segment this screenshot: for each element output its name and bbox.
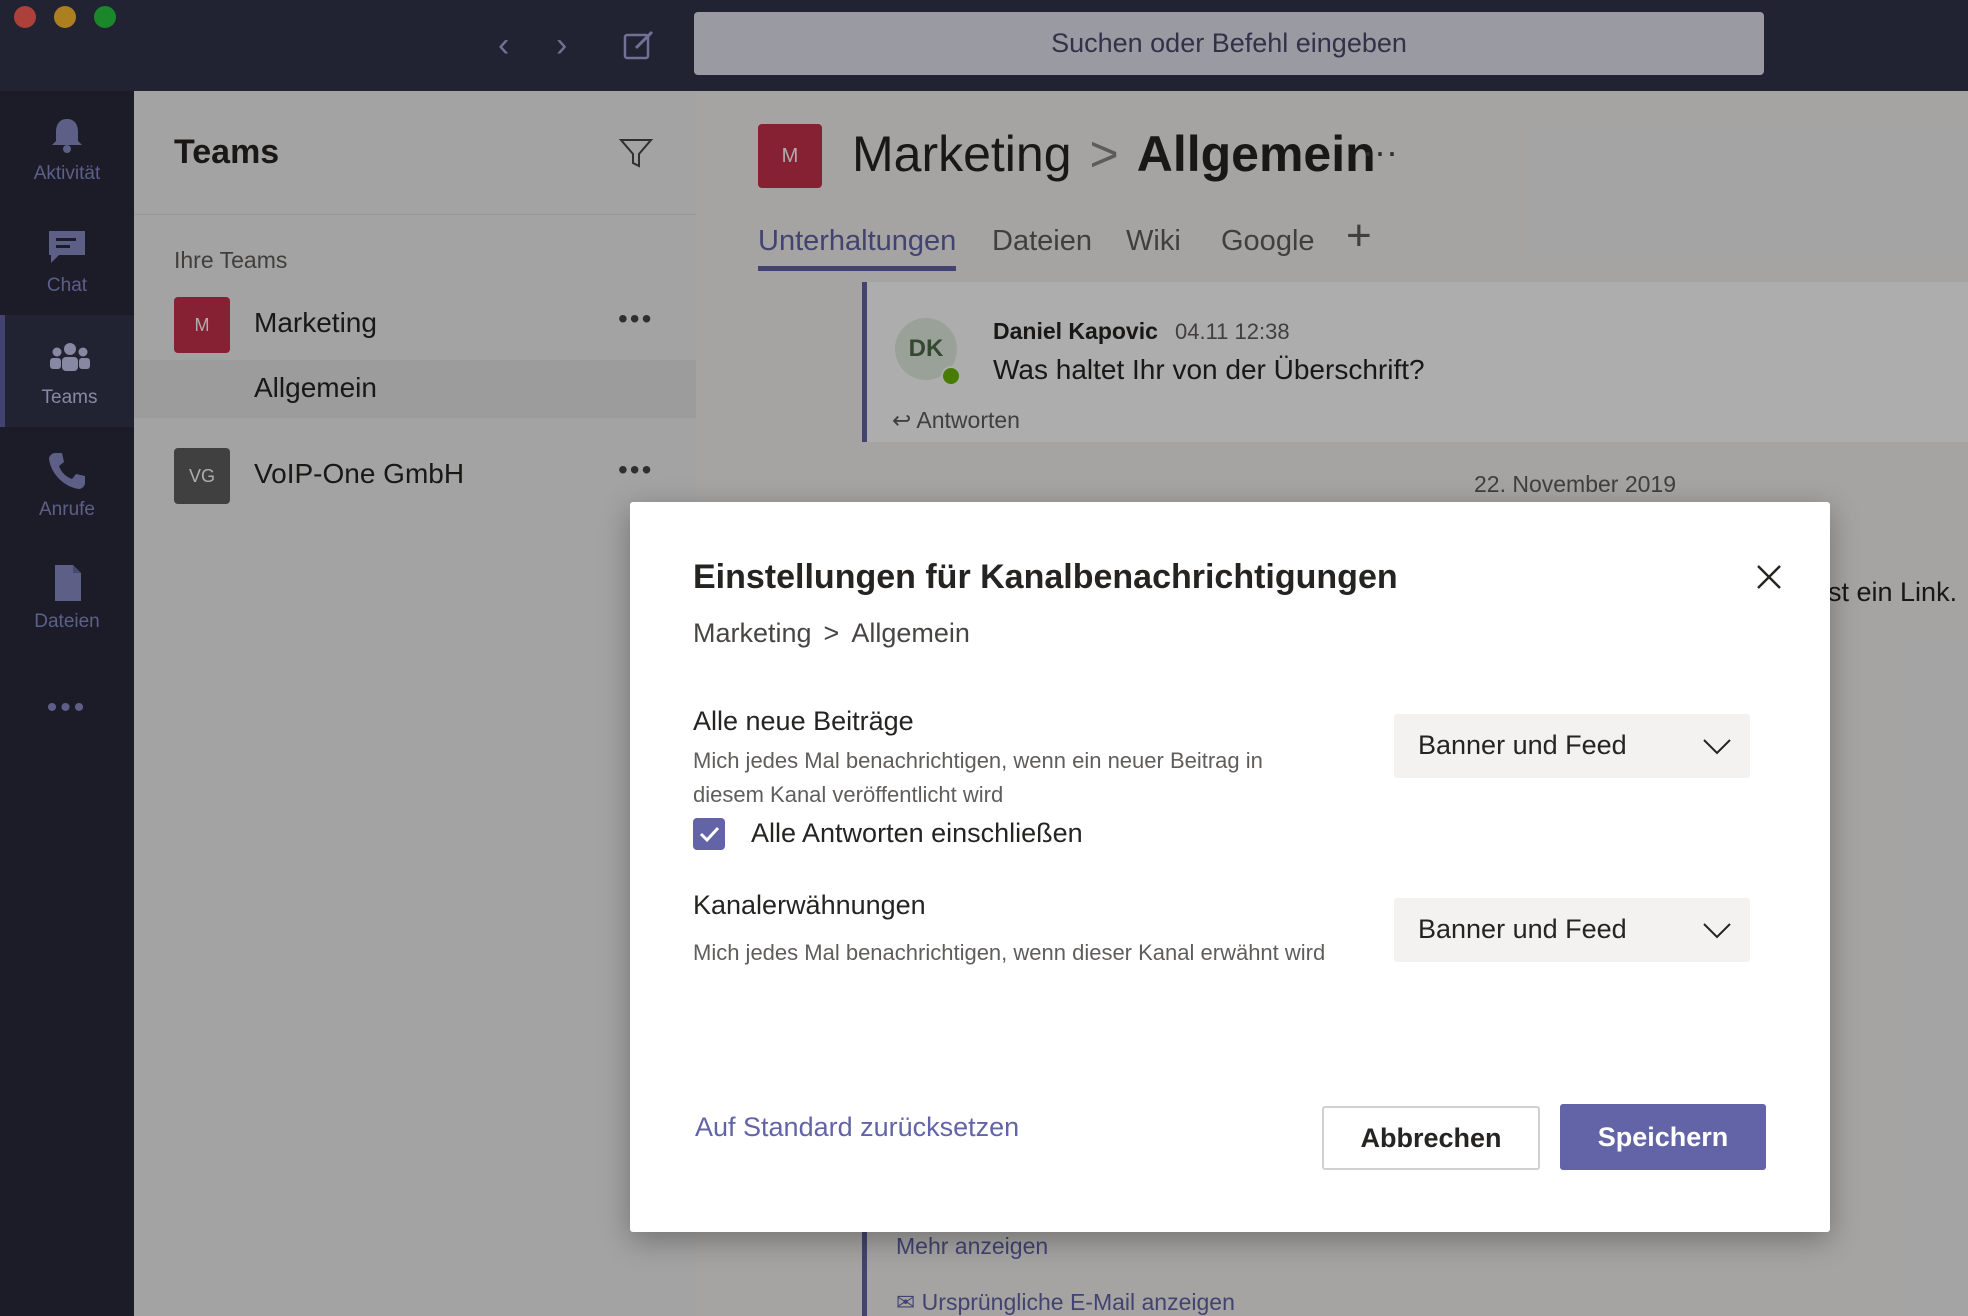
option-all-posts-title: Alle neue Beiträge bbox=[693, 706, 914, 736]
include-replies-checkbox[interactable] bbox=[693, 818, 725, 850]
dialog-breadcrumb: Marketing > Allgemein bbox=[693, 618, 970, 649]
reset-to-default-link[interactable]: Auf Standard zurücksetzen bbox=[695, 1112, 1019, 1143]
close-icon[interactable] bbox=[1754, 562, 1784, 592]
chevron-down-icon bbox=[1703, 739, 1731, 755]
mentions-dropdown[interactable]: Banner und Feed bbox=[1394, 898, 1750, 962]
crumb-channel: Allgemein bbox=[851, 618, 970, 648]
include-replies-label[interactable]: Alle Antworten einschließen bbox=[751, 818, 1083, 849]
dropdown-value: Banner und Feed bbox=[1418, 914, 1627, 944]
checkmark-icon bbox=[699, 826, 720, 843]
crumb-team: Marketing bbox=[693, 618, 812, 648]
crumb-separator: > bbox=[823, 618, 840, 648]
all-posts-dropdown[interactable]: Banner und Feed bbox=[1394, 714, 1750, 778]
dialog-title: Einstellungen für Kanalbenachrichtigunge… bbox=[693, 558, 1398, 596]
option-all-posts-description: Mich jedes Mal benachrichtigen, wenn ein… bbox=[693, 748, 1263, 807]
dropdown-value: Banner und Feed bbox=[1418, 730, 1627, 760]
cancel-button[interactable]: Abbrechen bbox=[1322, 1106, 1540, 1170]
notification-settings-dialog: Einstellungen für Kanalbenachrichtigunge… bbox=[630, 502, 1830, 1232]
option-mentions-description: Mich jedes Mal benachrichtigen, wenn die… bbox=[693, 940, 1326, 965]
option-mentions-title: Kanalerwähnungen bbox=[693, 890, 926, 920]
chevron-down-icon bbox=[1703, 923, 1731, 939]
save-button[interactable]: Speichern bbox=[1560, 1104, 1766, 1170]
